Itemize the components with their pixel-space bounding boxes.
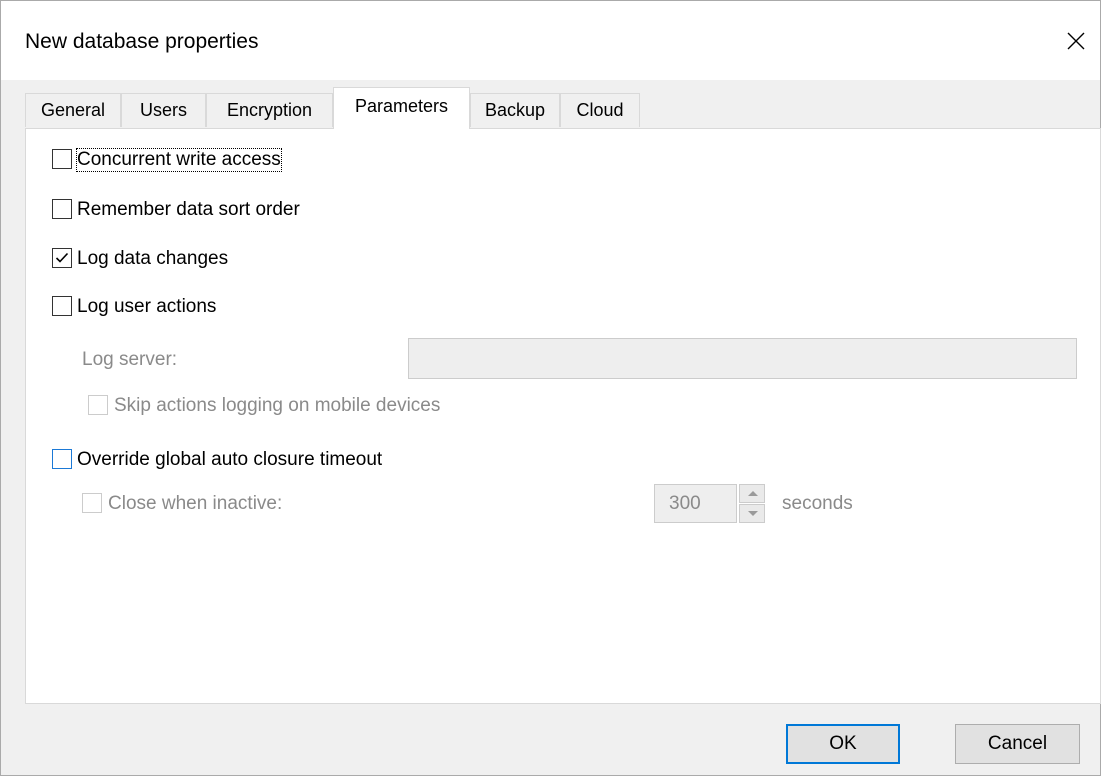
log-data-changes-label[interactable]: Log data changes <box>77 248 228 270</box>
timeout-spinbox[interactable]: 300 <box>654 484 737 523</box>
skip-mobile-checkbox[interactable] <box>88 395 108 415</box>
tab-label: Encryption <box>226 100 313 120</box>
tab-cloud[interactable]: Cloud <box>560 93 640 127</box>
log-user-actions-checkbox[interactable] <box>52 296 72 316</box>
checkmark-icon <box>55 252 69 263</box>
tab-parameters[interactable]: Parameters <box>333 87 470 129</box>
dialog-window: New database properties General Users En… <box>0 0 1101 776</box>
log-user-actions-label[interactable]: Log user actions <box>77 296 216 318</box>
cancel-button[interactable]: Cancel <box>955 724 1080 764</box>
tab-label: Cloud <box>576 100 624 120</box>
timeout-unit-label: seconds <box>782 493 853 514</box>
title-bar: New database properties <box>1 1 1100 80</box>
close-button[interactable] <box>1059 23 1093 59</box>
skip-mobile-label[interactable]: Skip actions logging on mobile devices <box>114 395 440 417</box>
log-server-input[interactable] <box>408 338 1077 379</box>
override-timeout-label[interactable]: Override global auto closure timeout <box>77 449 382 471</box>
override-timeout-checkbox[interactable] <box>52 449 72 469</box>
dialog-title: New database properties <box>25 30 259 53</box>
arrow-up-icon <box>748 491 758 496</box>
close-inactive-checkbox[interactable] <box>82 493 102 513</box>
spin-down-button[interactable] <box>739 504 765 523</box>
arrow-down-icon <box>748 511 758 516</box>
tab-backup[interactable]: Backup <box>470 93 560 127</box>
tab-label: Parameters <box>354 96 449 116</box>
tab-users[interactable]: Users <box>121 93 206 127</box>
tab-label: Users <box>139 100 187 120</box>
concurrent-write-checkbox[interactable] <box>52 149 72 169</box>
tab-label: Backup <box>484 100 546 120</box>
close-icon <box>1067 32 1085 50</box>
tab-general[interactable]: General <box>25 93 121 127</box>
log-data-changes-checkbox[interactable] <box>52 248 72 268</box>
remember-sort-label[interactable]: Remember data sort order <box>77 199 300 221</box>
spin-up-button[interactable] <box>739 484 765 503</box>
remember-sort-checkbox[interactable] <box>52 199 72 219</box>
tab-encryption[interactable]: Encryption <box>206 93 333 127</box>
tab-label: General <box>40 100 106 120</box>
close-inactive-label[interactable]: Close when inactive: <box>108 493 282 515</box>
concurrent-write-label[interactable]: Concurrent write access <box>76 148 282 172</box>
ok-button[interactable]: OK <box>786 724 900 764</box>
log-server-label: Log server: <box>82 349 178 370</box>
